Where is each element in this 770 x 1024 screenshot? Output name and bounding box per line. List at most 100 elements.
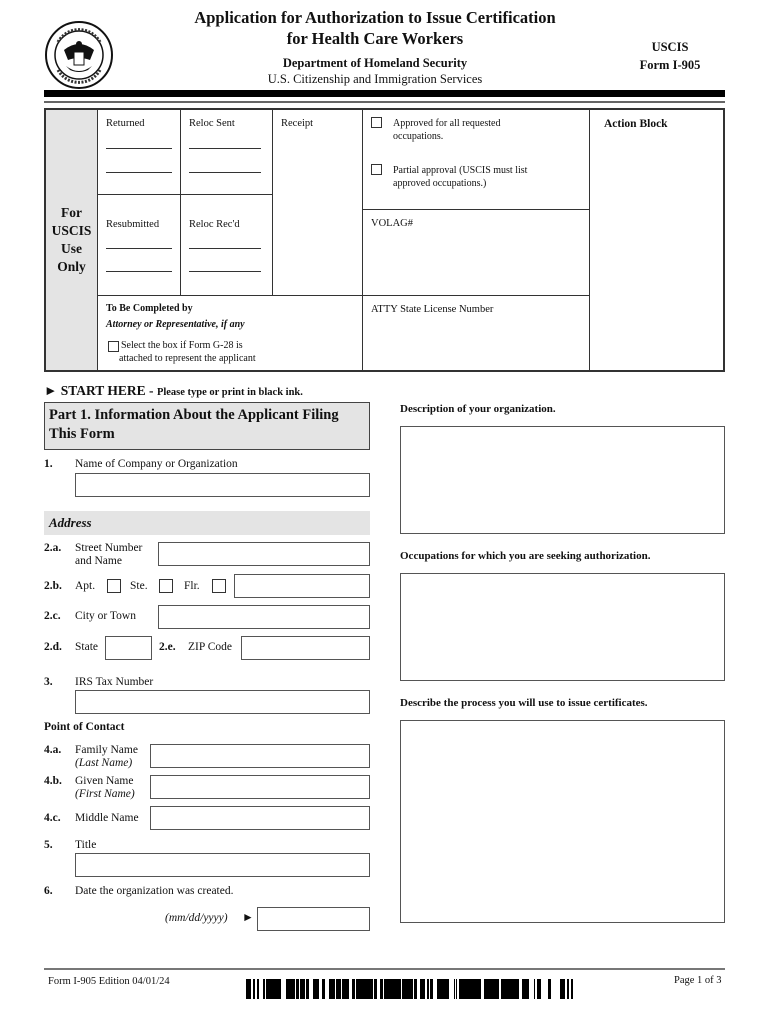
resubmitted-line-2[interactable] xyxy=(106,271,172,272)
resubmitted-cell: Resubmitted xyxy=(98,195,181,295)
g28-option[interactable]: Select the box if Form G-28 is attached … xyxy=(108,339,256,365)
dhs-seal-icon xyxy=(44,20,114,90)
zip-input[interactable] xyxy=(241,636,370,660)
q2a-number: 2.a. xyxy=(44,542,62,554)
partial-approval-checkbox[interactable] xyxy=(371,164,382,175)
flr-label: Flr. xyxy=(184,580,200,592)
partial-approval-text: approved occupations.) xyxy=(393,178,487,189)
uscis-use-only-box: For USCIS Use Only Returned Reloc Sent R… xyxy=(44,108,725,372)
city-input[interactable] xyxy=(158,605,370,629)
q4c-number: 4.c. xyxy=(44,812,61,824)
q2d-label: State xyxy=(75,641,98,653)
approved-all-text: Approved for all requested xyxy=(393,118,501,129)
volag-cell[interactable]: VOLAG# xyxy=(363,210,590,295)
returned-cell: Returned xyxy=(98,110,181,195)
q4c-label: Middle Name xyxy=(75,812,139,824)
apt-checkbox[interactable] xyxy=(107,579,121,593)
ste-label: Ste. xyxy=(130,580,148,592)
q3-number: 3. xyxy=(44,676,53,688)
approval-cell: Approved for all requested occupations. … xyxy=(363,110,590,210)
returned-line-2[interactable] xyxy=(106,172,172,173)
q2e-label: ZIP Code xyxy=(188,641,232,653)
q4b-label-text: Given Name xyxy=(75,775,134,787)
form-number: Form I-905 xyxy=(639,58,701,72)
atty-license-cell[interactable]: ATTY State License Number xyxy=(363,295,590,370)
returned-label: Returned xyxy=(106,118,145,129)
arrow-right-icon: ► xyxy=(44,383,58,398)
reloc-sent-line-2[interactable] xyxy=(189,172,261,173)
q5-label: Title xyxy=(75,839,97,851)
page-number: Page 1 of 3 xyxy=(674,975,722,986)
g28-checkbox[interactable] xyxy=(108,341,119,352)
reloc-sent-line-1[interactable] xyxy=(189,148,261,149)
ste-checkbox[interactable] xyxy=(159,579,173,593)
irs-tax-number-input[interactable] xyxy=(75,690,370,714)
middle-name-input[interactable] xyxy=(150,806,370,830)
q3-label: IRS Tax Number xyxy=(75,676,154,688)
g28-text: attached to represent the applicant xyxy=(119,353,256,364)
q2a-label-line: Street Number xyxy=(75,542,143,554)
approved-all-option[interactable]: Approved for all requested occupations. xyxy=(371,117,500,143)
header-divider-thin xyxy=(44,101,725,103)
q1-label: Name of Company or Organization xyxy=(75,458,238,470)
volag-label: VOLAG# xyxy=(371,218,413,229)
description-textarea[interactable] xyxy=(400,426,725,534)
form-edition: Form I-905 Edition 04/01/24 xyxy=(48,976,170,987)
barcode xyxy=(246,979,578,999)
department-name: Department of Homeland Security xyxy=(282,56,468,70)
q4a-label: Family Name (Last Name) xyxy=(75,744,138,770)
arrow-right-icon: ► xyxy=(242,910,254,924)
process-label: Describe the process you will use to iss… xyxy=(400,697,648,709)
header-divider-thick xyxy=(44,90,725,97)
reloc-recd-line-2[interactable] xyxy=(189,271,261,272)
q2c-number: 2.c. xyxy=(44,610,61,622)
approved-all-checkbox[interactable] xyxy=(371,117,382,128)
company-name-input[interactable] xyxy=(75,473,370,497)
form-title: Application for Authorization to Issue C… xyxy=(140,7,610,49)
partial-approval-option[interactable]: Partial approval (USCIS must list approv… xyxy=(371,164,527,190)
approved-all-text: occupations. xyxy=(393,131,444,142)
given-name-input[interactable] xyxy=(150,775,370,799)
partial-approval-text: Partial approval (USCIS must list xyxy=(393,165,528,176)
action-block-cell[interactable]: Action Block xyxy=(590,110,723,370)
q1-number: 1. xyxy=(44,458,53,470)
side-label-line: USCIS xyxy=(51,223,92,238)
agency-name: U.S. Citizenship and Immigration Service… xyxy=(267,72,483,86)
process-textarea[interactable] xyxy=(400,720,725,923)
flr-checkbox[interactable] xyxy=(212,579,226,593)
resubmitted-line-1[interactable] xyxy=(106,248,172,249)
part1-title-line: Part 1. Information About the Applicant … xyxy=(49,407,339,423)
part1-title-line: This Form xyxy=(49,426,115,442)
start-here: ► START HERE - Please type or print in b… xyxy=(44,383,303,399)
q4b-number: 4.b. xyxy=(44,775,62,787)
occupations-textarea[interactable] xyxy=(400,573,725,681)
q4b-sublabel: (First Name) xyxy=(75,788,135,800)
date-created-input[interactable] xyxy=(257,907,370,931)
q4b-label: Given Name (First Name) xyxy=(75,775,135,801)
receipt-cell[interactable]: Receipt xyxy=(273,110,363,295)
q6-number: 6. xyxy=(44,885,53,897)
apt-number-input[interactable] xyxy=(234,574,370,598)
reloc-recd-line-1[interactable] xyxy=(189,248,261,249)
action-block-label: Action Block xyxy=(604,118,668,130)
apt-label: Apt. xyxy=(75,580,96,592)
title-line-2: for Health Care Workers xyxy=(286,29,464,48)
uscis-use-only-label: For USCIS Use Only xyxy=(46,110,98,370)
family-name-input[interactable] xyxy=(150,744,370,768)
start-here-instruction: Please type or print in black ink. xyxy=(156,387,303,398)
side-label-line: Only xyxy=(57,259,86,274)
date-format-hint: (mm/dd/yyyy) xyxy=(165,912,228,924)
state-input[interactable] xyxy=(105,636,152,660)
returned-line-1[interactable] xyxy=(106,148,172,149)
form-id: USCIS Form I-905 xyxy=(620,38,720,74)
side-label-line: For xyxy=(61,205,82,220)
street-input[interactable] xyxy=(158,542,370,566)
to-be-completed-label: To Be Completed by xyxy=(106,303,193,314)
title-input[interactable] xyxy=(75,853,370,877)
reloc-recd-label: Reloc Rec'd xyxy=(189,219,240,230)
reloc-sent-cell: Reloc Sent xyxy=(181,110,273,195)
attorney-label: Attorney or Representative, if any xyxy=(106,319,245,330)
occupations-label: Occupations for which you are seeking au… xyxy=(400,550,651,562)
q2c-label: City or Town xyxy=(75,610,136,622)
attorney-cell: To Be Completed by Attorney or Represent… xyxy=(98,295,363,370)
